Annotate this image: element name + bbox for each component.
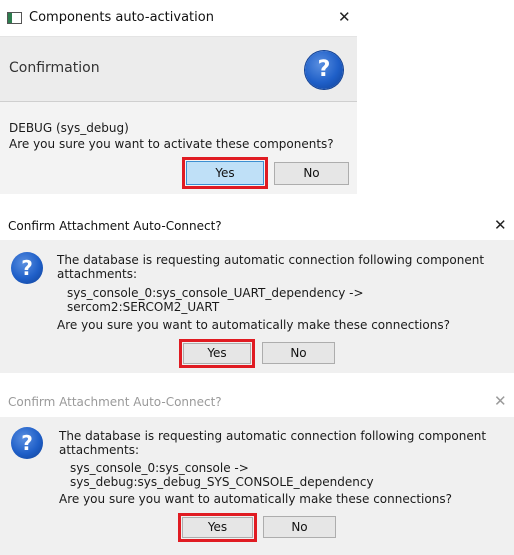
yes-button[interactable]: Yes — [186, 161, 264, 185]
message-text: The database is requesting automatic con… — [57, 253, 485, 281]
window-title: Confirm Attachment Auto-Connect? — [8, 219, 222, 233]
window-title: Confirm Attachment Auto-Connect? — [8, 395, 222, 409]
question-icon: ? — [11, 252, 43, 284]
no-button[interactable]: No — [262, 342, 335, 364]
no-button[interactable]: No — [263, 516, 336, 538]
close-button[interactable]: ✕ — [338, 10, 351, 25]
connection-text: sys_console_0:sys_console_UART_dependenc… — [67, 286, 364, 314]
message-text: The database is requesting automatic con… — [59, 429, 487, 457]
window-title: Components auto-activation — [29, 10, 214, 25]
header-title: Confirmation — [9, 60, 100, 76]
close-button[interactable]: ✕ — [494, 394, 507, 409]
no-button[interactable]: No — [274, 162, 349, 185]
question-text: Are you sure you want to activate these … — [9, 137, 334, 151]
window-app-icon — [7, 12, 22, 24]
component-name: DEBUG (sys_debug) — [9, 121, 129, 135]
question-icon: ? — [11, 427, 43, 459]
close-button[interactable]: ✕ — [494, 218, 507, 233]
question-text: Are you sure you want to automatically m… — [57, 318, 450, 332]
yes-button[interactable]: Yes — [183, 343, 251, 364]
connection-text: sys_console_0:sys_console -> sys_debug:s… — [70, 461, 374, 489]
question-text: Are you sure you want to automatically m… — [59, 492, 452, 506]
help-icon: ? — [305, 51, 343, 89]
yes-button[interactable]: Yes — [182, 517, 253, 538]
